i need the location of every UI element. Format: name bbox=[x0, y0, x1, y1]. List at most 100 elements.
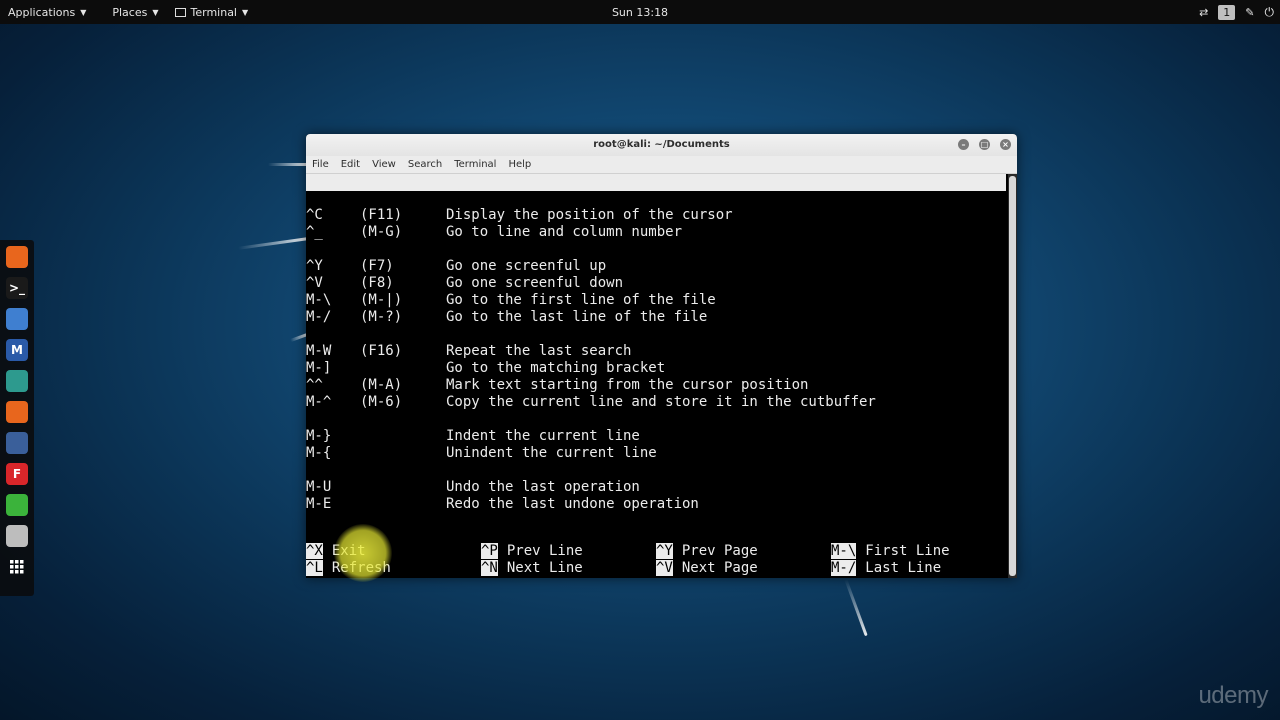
terminal-menubar: File Edit View Search Terminal Help bbox=[306, 156, 1017, 174]
help-line: ^^ (M-A) Mark text starting from the curso… bbox=[306, 377, 1006, 394]
help-description: Copy the current line and store it in th… bbox=[446, 394, 876, 410]
shortcut-next-line[interactable]: ^N Next Line bbox=[481, 560, 583, 577]
wallpaper-streak bbox=[238, 237, 308, 250]
help-alt-key: (F16) bbox=[360, 343, 403, 359]
places-label: Places bbox=[112, 5, 148, 19]
help-alt-key: (M-?) bbox=[360, 309, 403, 325]
window-title: root@kali: ~/Documents bbox=[593, 139, 730, 150]
help-line bbox=[306, 462, 1006, 479]
help-description: Display the position of the cursor bbox=[446, 207, 733, 223]
shortcut-exit[interactable]: ^X Exit bbox=[306, 543, 366, 560]
screenshot-icon[interactable] bbox=[6, 525, 28, 547]
help-alt-key: (F7) bbox=[360, 258, 394, 274]
help-line: ^Y (F7) Go one screenful up bbox=[306, 258, 1006, 275]
help-alt-key: (M-A) bbox=[360, 377, 403, 393]
shortcut-label: Prev Page bbox=[681, 543, 758, 559]
maximize-button[interactable]: □ bbox=[979, 139, 990, 150]
shortcut-key: ^P bbox=[481, 543, 498, 559]
nano-shortcut-bar: ^X Exit ^P Prev Line ^Y Prev Page M-\ First Lin… bbox=[306, 543, 1006, 577]
shortcut-label: Prev Line bbox=[506, 543, 583, 559]
terminal-app-label: Terminal bbox=[190, 5, 238, 19]
terminal-icon[interactable]: >_ bbox=[6, 277, 28, 299]
shortcut-last-line[interactable]: M-/ Last Line bbox=[831, 560, 941, 577]
shortcut-key: ^X bbox=[306, 543, 323, 559]
terminal-icon bbox=[174, 7, 186, 17]
help-line: M-} Indent the current line bbox=[306, 428, 1006, 445]
help-line bbox=[306, 241, 1006, 258]
help-description: Redo the last undone operation bbox=[446, 496, 699, 512]
shortcut-key: ^V bbox=[656, 560, 673, 576]
chevron-down-icon: ▼ bbox=[152, 7, 159, 17]
shortcut-key: ^N bbox=[481, 560, 498, 576]
shortcut-next-page[interactable]: ^V Next Page bbox=[656, 560, 758, 577]
burpsuite-icon[interactable] bbox=[6, 401, 28, 423]
help-line: ^_ (M-G) Go to line and column number bbox=[306, 224, 1006, 241]
power-icon[interactable]: ⏻ bbox=[1265, 5, 1275, 20]
workspace-indicator[interactable]: 1 bbox=[1218, 4, 1236, 20]
help-description: Go one screenful down bbox=[446, 275, 624, 291]
help-key: M-W bbox=[306, 343, 332, 359]
help-line: ^C (F11) Display the position of the curso… bbox=[306, 207, 1006, 224]
help-line: M-\ (M-|) Go to the first line of the file bbox=[306, 292, 1006, 309]
network-icon[interactable]: ⇄ bbox=[1199, 6, 1208, 19]
shortcut-label: Last Line bbox=[865, 560, 942, 576]
window-titlebar[interactable]: root@kali: ~/Documents – □ × bbox=[306, 134, 1017, 156]
leafpad-icon[interactable] bbox=[6, 494, 28, 516]
help-key: M-U bbox=[306, 479, 332, 495]
shortcut-row: ^L Refresh ^N Next Line ^V Next Page M-/ Last L… bbox=[306, 560, 1006, 577]
help-line: M-E Redo the last undone operation bbox=[306, 496, 1006, 513]
shortcut-key: ^Y bbox=[656, 543, 673, 559]
help-alt-key: (M-|) bbox=[360, 292, 403, 308]
help-line: M-W (F16) Repeat the last search bbox=[306, 343, 1006, 360]
terminal-window: root@kali: ~/Documents – □ × File Edit Vie… bbox=[306, 134, 1017, 578]
help-line: M-^ (M-6) Copy the current line and store … bbox=[306, 394, 1006, 411]
armitage-icon[interactable] bbox=[6, 370, 28, 392]
help-description: Mark text starting from the cursor posit… bbox=[446, 377, 809, 393]
shortcut-key: M-\ bbox=[831, 543, 857, 559]
shortcut-first-line[interactable]: M-\ First Line bbox=[831, 543, 950, 560]
applications-menu[interactable]: Applications ▼ bbox=[0, 0, 94, 24]
menu-edit[interactable]: Edit bbox=[341, 159, 360, 170]
help-alt-key: (M-6) bbox=[360, 394, 403, 410]
shortcut-prev-page[interactable]: ^Y Prev Page bbox=[656, 543, 758, 560]
menu-view[interactable]: View bbox=[372, 159, 396, 170]
help-key: ^C bbox=[306, 207, 323, 223]
menu-file[interactable]: File bbox=[312, 159, 329, 170]
menu-terminal[interactable]: Terminal bbox=[454, 159, 496, 170]
shortcut-label: Next Line bbox=[506, 560, 583, 576]
help-alt-key: (F11) bbox=[360, 207, 403, 223]
shortcut-refresh[interactable]: ^L Refresh bbox=[306, 560, 391, 577]
shortcut-prev-line[interactable]: ^P Prev Line bbox=[481, 543, 583, 560]
pen-icon[interactable]: ✎ bbox=[1245, 6, 1254, 19]
close-button[interactable]: × bbox=[1000, 139, 1011, 150]
wallpaper-streak bbox=[268, 163, 308, 166]
faraday-icon[interactable]: F bbox=[6, 463, 28, 485]
terminal-scrollbar[interactable] bbox=[1008, 174, 1017, 578]
clock[interactable]: Sun 13:18 bbox=[612, 6, 668, 19]
firefox-icon[interactable] bbox=[6, 246, 28, 268]
shortcut-label: Next Page bbox=[681, 560, 758, 576]
help-key: M-/ bbox=[306, 309, 332, 325]
menu-help[interactable]: Help bbox=[508, 159, 531, 170]
help-line: M-/ (M-?) Go to the last line of the file bbox=[306, 309, 1006, 326]
terminal-screen[interactable]: nano 2.6.3 File: hackers-academy.txt ^C (… bbox=[306, 174, 1008, 578]
terminal-app-menu[interactable]: Terminal ▼ bbox=[167, 0, 257, 24]
nano-title-bar: nano 2.6.3 File: hackers-academy.txt bbox=[306, 174, 1006, 224]
show-apps-icon[interactable] bbox=[6, 556, 28, 578]
help-alt-key: (F8) bbox=[360, 275, 394, 291]
maltego-icon[interactable] bbox=[6, 432, 28, 454]
menu-search[interactable]: Search bbox=[408, 159, 442, 170]
shortcut-key: M-/ bbox=[831, 560, 857, 576]
help-line: M-{Unindent the current line bbox=[306, 445, 1006, 462]
help-description: Indent the current line bbox=[446, 428, 640, 444]
minimize-button[interactable]: – bbox=[958, 139, 969, 150]
places-menu[interactable]: Places ▼ bbox=[104, 0, 166, 24]
metasploit-icon[interactable]: M bbox=[6, 339, 28, 361]
help-key: M-] bbox=[306, 360, 332, 376]
help-key: ^^ bbox=[306, 377, 323, 393]
chevron-down-icon: ▼ bbox=[242, 7, 249, 17]
scrollbar-thumb[interactable] bbox=[1009, 176, 1016, 576]
applications-label: Applications bbox=[8, 5, 76, 19]
help-description: Go to the last line of the file bbox=[446, 309, 708, 325]
files-icon[interactable] bbox=[6, 308, 28, 330]
